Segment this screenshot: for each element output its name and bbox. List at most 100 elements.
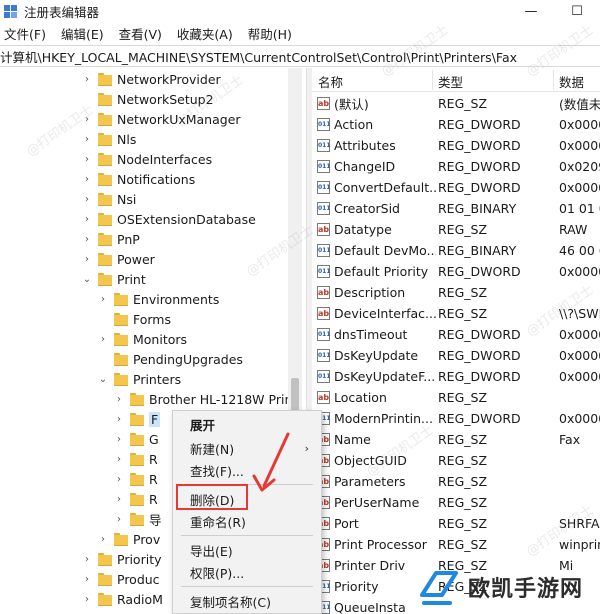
value-data: 0x0209: [559, 159, 600, 174]
expand-chevron-icon[interactable]: ›: [114, 429, 124, 449]
header-name[interactable]: 名称: [318, 72, 343, 91]
value-row[interactable]: 011Action REG_DWORD 0x00000: [312, 114, 600, 135]
value-row[interactable]: ab Description REG_SZ: [312, 282, 600, 303]
header-data[interactable]: 数据: [559, 72, 584, 91]
value-row[interactable]: 011ChangeID REG_DWORD 0x0209: [312, 156, 600, 177]
expand-chevron-icon[interactable]: ›: [114, 449, 124, 469]
tree-node-label: R: [149, 471, 158, 487]
binary-value-icon: 011: [317, 349, 331, 362]
folder-icon: [98, 233, 112, 246]
header-type[interactable]: 类型: [438, 72, 463, 91]
value-row[interactable]: ab PerUserName REG_SZ: [312, 492, 600, 513]
expand-chevron-icon[interactable]: ›: [82, 189, 92, 209]
tree-node[interactable]: ⌄ Print: [0, 269, 300, 289]
menu-edit[interactable]: 编辑(E): [57, 24, 108, 43]
value-row[interactable]: ab Datatype REG_SZ RAW: [312, 219, 600, 240]
expand-chevron-icon[interactable]: ›: [114, 489, 124, 509]
expand-chevron-icon[interactable]: ›: [114, 409, 124, 429]
expand-chevron-icon[interactable]: ›: [98, 329, 108, 349]
tree-node[interactable]: › Environments: [0, 289, 300, 309]
value-name: Datatype: [334, 222, 392, 237]
binary-value-icon: 011: [317, 328, 331, 341]
expand-chevron-icon[interactable]: ›: [98, 529, 108, 549]
tree-node[interactable]: › Notifications: [0, 169, 300, 189]
tree-node[interactable]: › Nls: [0, 129, 300, 149]
value-row[interactable]: ab (默认) REG_SZ (数值未设: [312, 93, 600, 114]
value-name: dnsTimeout: [334, 327, 408, 342]
ctx-copy-key-name[interactable]: 复制项名称(C): [173, 590, 321, 612]
value-row[interactable]: 011Attributes REG_DWORD 0x00004: [312, 135, 600, 156]
folder-icon: [98, 593, 112, 606]
value-data: 0x00000: [559, 264, 600, 279]
expand-chevron-icon[interactable]: ›: [82, 149, 92, 169]
maximize-button[interactable]: ☐: [554, 0, 600, 22]
expand-chevron-icon[interactable]: ›: [82, 229, 92, 249]
tree-node[interactable]: › NodeInterfaces: [0, 149, 300, 169]
value-row[interactable]: ab Name REG_SZ Fax: [312, 429, 600, 450]
ctx-rename[interactable]: 重命名(R): [173, 510, 321, 532]
value-list[interactable]: 名称 类型 数据 ab(默认)REG_SZ(数值未设011ActionREG_D…: [312, 68, 600, 614]
value-type: REG_SZ: [438, 306, 488, 321]
value-row[interactable]: 011dnsTimeout REG_DWORD 0x00000: [312, 324, 600, 345]
expand-chevron-icon[interactable]: [98, 309, 108, 329]
value-data: 0x00000: [559, 117, 600, 132]
menu-view[interactable]: 查看(V): [115, 24, 166, 43]
expand-chevron-icon[interactable]: ›: [114, 469, 124, 489]
expand-chevron-icon[interactable]: ›: [82, 69, 92, 89]
tree-node[interactable]: › NetworkProvider: [0, 69, 300, 89]
expand-chevron-icon[interactable]: ›: [82, 249, 92, 269]
expand-chevron-icon[interactable]: ›: [82, 589, 92, 609]
value-row[interactable]: 011CreatorSid REG_BINARY 01 01 0: [312, 198, 600, 219]
expand-chevron-icon[interactable]: ›: [82, 109, 92, 129]
expand-chevron-icon[interactable]: ›: [82, 569, 92, 589]
tree-node[interactable]: › Power: [0, 249, 300, 269]
expand-chevron-icon[interactable]: [82, 89, 92, 109]
menu-favorites[interactable]: 收藏夹(A): [173, 24, 237, 43]
brand-name: 欧凯手游网: [468, 577, 584, 602]
ctx-export[interactable]: 导出(E): [173, 539, 321, 561]
value-row[interactable]: 011DsKeyUpdate REG_DWORD 0x00000: [312, 345, 600, 366]
expand-chevron-icon[interactable]: ›: [82, 129, 92, 149]
expand-chevron-icon[interactable]: ›: [98, 289, 108, 309]
value-row[interactable]: 011ModernPrintin...REG_DWORD0x00000: [312, 408, 600, 429]
tree-node[interactable]: › Nsi: [0, 189, 300, 209]
tree-node-label: Print: [117, 271, 146, 287]
tree-node-label: Printers: [133, 371, 182, 387]
ctx-permissions[interactable]: 权限(P)...: [173, 561, 321, 583]
value-row[interactable]: ab Parameters REG_SZ: [312, 471, 600, 492]
value-row[interactable]: 011Default DevMo...REG_BINARY 46 00 6: [312, 240, 600, 261]
menu-help[interactable]: 帮助(H): [244, 24, 296, 43]
value-row[interactable]: 011DsKeyUpdateF...REG_DWORD 0x00000: [312, 366, 600, 387]
expand-chevron-icon[interactable]: ›: [82, 209, 92, 229]
expand-chevron-icon[interactable]: ›: [114, 389, 124, 409]
tree-node[interactable]: PendingUpgrades: [0, 349, 300, 369]
tree-node[interactable]: › NetworkUxManager: [0, 109, 300, 129]
value-row[interactable]: ab ObjectGUID REG_SZ: [312, 450, 600, 471]
expand-chevron-icon[interactable]: ›: [82, 549, 92, 569]
address-bar[interactable]: 计算机\HKEY_LOCAL_MACHINE\SYSTEM\CurrentCon…: [0, 45, 600, 67]
expand-chevron-icon[interactable]: ›: [82, 169, 92, 189]
value-row[interactable]: abPortREG_SZSHRFAX: [312, 513, 600, 534]
folder-icon: [98, 553, 112, 566]
tree-node[interactable]: › Brother HL-1218W Print: [0, 389, 300, 409]
tree-node[interactable]: › PnP: [0, 229, 300, 249]
expand-chevron-icon[interactable]: [98, 349, 108, 369]
minimize-button[interactable]: —: [508, 0, 554, 22]
tree-node[interactable]: Forms: [0, 309, 300, 329]
value-row[interactable]: 011Default Priority REG_DWORD 0x00000: [312, 261, 600, 282]
tree-node[interactable]: ⌄ Printers: [0, 369, 300, 389]
menu-file[interactable]: 文件(F): [0, 24, 50, 43]
tree-node[interactable]: NetworkSetup2: [0, 89, 300, 109]
expand-chevron-icon[interactable]: ›: [114, 509, 124, 529]
value-row[interactable]: ab DeviceInterfac...REG_SZ \\?\SWD: [312, 303, 600, 324]
value-row[interactable]: 011ConvertDefault...REG_DWORD 0x00000: [312, 177, 600, 198]
folder-icon: [114, 533, 128, 546]
tree-node[interactable]: › Monitors: [0, 329, 300, 349]
expand-chevron-icon[interactable]: ⌄: [98, 369, 108, 389]
value-row[interactable]: abPrint ProcessorREG_SZwinprin: [312, 534, 600, 555]
tree-node[interactable]: › OSExtensionDatabase: [0, 209, 300, 229]
expand-chevron-icon[interactable]: ⌄: [82, 269, 92, 289]
value-row[interactable]: ab Location REG_SZ: [312, 387, 600, 408]
value-data: (数值未设: [559, 97, 600, 112]
binary-value-icon: 011: [317, 265, 331, 278]
